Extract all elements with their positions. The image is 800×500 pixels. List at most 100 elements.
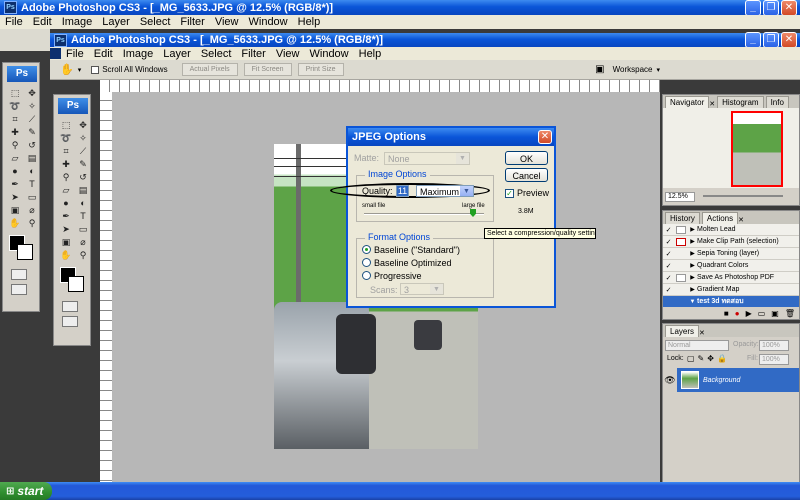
new-action-icon[interactable]: ▣ — [771, 309, 779, 318]
tab-navigator[interactable]: Navigator — [665, 96, 710, 108]
action-row[interactable]: ✓ ▶ Sepia Toning (layer) — [663, 248, 799, 260]
background-color[interactable] — [17, 244, 33, 260]
chevron-right-icon[interactable]: ▶ — [688, 262, 697, 269]
type-tool-icon[interactable]: T — [24, 178, 40, 190]
actual-pixels-button[interactable]: Actual Pixels — [181, 63, 238, 76]
heal-tool-icon[interactable]: ✚ — [58, 158, 74, 170]
dodge-tool-icon[interactable]: ◐ — [24, 165, 40, 177]
move-tool-icon[interactable]: ✥ — [24, 87, 40, 99]
gradient-tool-icon[interactable]: ▤ — [75, 184, 91, 196]
marquee-tool-icon[interactable]: ⬚ — [7, 87, 23, 99]
chevron-right-icon[interactable]: ▶ — [688, 286, 697, 293]
stamp-tool-icon[interactable]: ⚲ — [7, 139, 23, 151]
dialog-toggle-icon[interactable] — [676, 237, 686, 246]
type-tool-icon[interactable]: T — [75, 210, 91, 222]
action-row[interactable]: ✓ ▶ Molten Lead — [663, 224, 799, 236]
blend-mode-select[interactable]: Normal — [665, 340, 729, 351]
quality-input[interactable]: 11 — [396, 185, 409, 197]
menu-filter[interactable]: Filter — [236, 48, 270, 60]
ps-menu-icon[interactable] — [50, 48, 61, 59]
background-color[interactable] — [68, 276, 84, 292]
chevron-right-icon[interactable]: ▶ — [688, 226, 697, 233]
notes-tool-icon[interactable]: ▣ — [7, 204, 23, 216]
tab-history[interactable]: History — [665, 212, 700, 224]
menu-edit[interactable]: Edit — [89, 48, 118, 60]
minimize-button[interactable]: _ — [745, 0, 761, 16]
lasso-tool-icon[interactable]: ➰ — [58, 132, 74, 144]
pen-tool-icon[interactable]: ✒ — [7, 178, 23, 190]
print-size-button[interactable]: Print Size — [297, 63, 344, 76]
bridge-icon[interactable]: ▣ — [595, 64, 604, 75]
new-set-icon[interactable]: ▭ — [758, 309, 766, 318]
path-select-icon[interactable]: ➤ — [7, 191, 23, 203]
check-icon[interactable]: ✓ — [663, 238, 674, 246]
tab-info[interactable]: Info — [765, 96, 789, 108]
fill-input[interactable]: 100% — [759, 354, 789, 365]
tab-actions[interactable]: Actions — [701, 212, 739, 224]
progressive-option[interactable]: Progressive — [362, 271, 422, 281]
matte-select[interactable]: None ▼ — [384, 152, 470, 165]
chevron-down-icon[interactable]: ▼ — [688, 299, 697, 305]
menu-file[interactable]: File — [61, 48, 89, 60]
chevron-right-icon[interactable]: ▶ — [688, 238, 697, 245]
shape-tool-icon[interactable]: ▭ — [24, 191, 40, 203]
start-button[interactable]: ⊞ start — [0, 482, 52, 500]
blur-tool-icon[interactable]: ● — [58, 197, 74, 209]
quality-slider-track[interactable] — [364, 213, 484, 215]
inner-restore-button[interactable]: ❐ — [763, 32, 779, 48]
document-window-title-bar[interactable]: Ps Adobe Photoshop CS3 - [_MG_5633.JPG @… — [50, 32, 800, 48]
chevron-right-icon[interactable]: ▶ — [688, 250, 697, 257]
menu-select[interactable]: Select — [196, 48, 237, 60]
eraser-tool-icon[interactable]: ▱ — [7, 152, 23, 164]
zoom-tool-icon[interactable]: ⚲ — [75, 249, 91, 261]
menu-window[interactable]: Window — [244, 16, 293, 28]
fit-screen-button[interactable]: Fit Screen — [243, 63, 292, 76]
path-select-icon[interactable]: ➤ — [58, 223, 74, 235]
navigator-zoom-slider[interactable] — [703, 195, 783, 197]
baseline-optimized-option[interactable]: Baseline Optimized — [362, 258, 452, 268]
tab-layers[interactable]: Layers — [665, 325, 700, 337]
navigator-zoom-input[interactable]: 12.5% — [665, 192, 695, 202]
screen-mode-icon[interactable] — [62, 316, 78, 327]
history-brush-icon[interactable]: ↺ — [75, 171, 91, 183]
dialog-title-bar[interactable]: JPEG Options ✕ — [348, 128, 554, 146]
eraser-tool-icon[interactable]: ▱ — [58, 184, 74, 196]
eyedropper-icon[interactable]: ⌀ — [75, 236, 91, 248]
app-title-bar[interactable]: Ps Adobe Photoshop CS3 - [_MG_5633.JPG @… — [0, 0, 800, 16]
screen-mode-icon[interactable] — [11, 284, 27, 295]
play-icon[interactable]: ▶ — [746, 309, 752, 318]
close-button[interactable]: ✕ — [781, 0, 797, 16]
menu-help[interactable]: Help — [293, 16, 326, 28]
preview-option[interactable]: ✓ Preview — [505, 188, 549, 198]
quick-mask-icon[interactable] — [11, 269, 27, 280]
pen-tool-icon[interactable]: ✒ — [58, 210, 74, 222]
check-icon[interactable]: ✓ — [663, 286, 674, 294]
opacity-input[interactable]: 100% — [759, 340, 789, 351]
layer-row-background[interactable]: 👁 Background — [663, 368, 799, 392]
crop-tool-icon[interactable]: ⌗ — [7, 113, 23, 125]
dodge-tool-icon[interactable]: ◐ — [75, 197, 91, 209]
check-icon[interactable]: ✓ — [663, 262, 674, 270]
menu-file[interactable]: File — [0, 16, 28, 28]
menu-layer[interactable]: Layer — [97, 16, 135, 28]
lasso-tool-icon[interactable]: ➰ — [7, 100, 23, 112]
scroll-all-checkbox[interactable] — [91, 65, 100, 74]
heal-tool-icon[interactable]: ✚ — [7, 126, 23, 138]
zoom-tool-icon[interactable]: ⚲ — [24, 217, 40, 229]
menu-view[interactable]: View — [210, 16, 244, 28]
history-brush-icon[interactable]: ↺ — [24, 139, 40, 151]
navigator-preview[interactable] — [731, 111, 783, 187]
chevron-right-icon[interactable]: ▶ — [688, 274, 697, 281]
record-icon[interactable]: ● — [735, 309, 740, 318]
magic-wand-icon[interactable]: ✧ — [24, 100, 40, 112]
horizontal-ruler[interactable] — [100, 80, 660, 92]
hand-tool-icon[interactable]: ✋ — [7, 217, 23, 229]
close-icon[interactable]: ✕ — [738, 216, 744, 224]
eyedropper-icon[interactable]: ⌀ — [24, 204, 40, 216]
menu-edit[interactable]: Edit — [28, 16, 57, 28]
check-icon[interactable]: ✓ — [663, 226, 674, 234]
menu-filter[interactable]: Filter — [175, 16, 209, 28]
magic-wand-icon[interactable]: ✧ — [75, 132, 91, 144]
close-icon[interactable]: ✕ — [699, 329, 705, 337]
dialog-close-button[interactable]: ✕ — [538, 130, 552, 144]
